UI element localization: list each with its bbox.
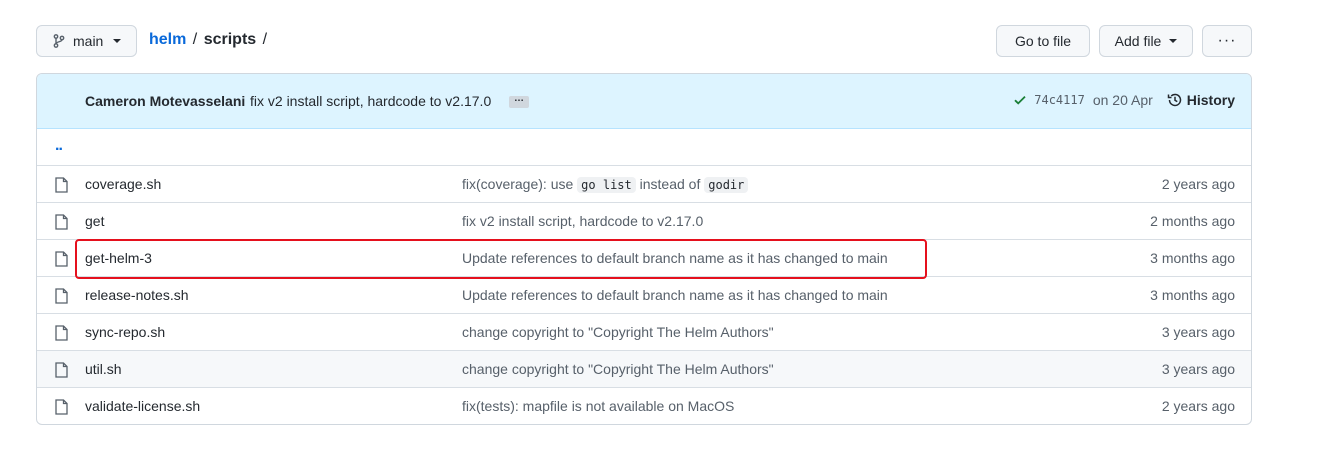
file-icon [55,399,68,415]
more-options-button[interactable]: ··· [1202,25,1252,57]
file-commit-message-link[interactable]: fix v2 install script, hardcode to v2.17… [462,213,703,229]
file-icon [55,325,68,341]
caret-down-icon [1169,39,1178,43]
file-name-link[interactable]: sync-repo.sh [85,324,165,340]
file-icon [55,177,68,193]
file-commit-message-link[interactable]: change copyright to "Copyright The Helm … [462,361,774,377]
highlight-annotation-box [75,239,927,279]
file-commit-message-link[interactable]: Update references to default branch name… [462,287,888,303]
inline-code: godir [704,177,749,193]
history-label: History [1186,92,1235,108]
file-age: 3 years ago [1161,324,1235,340]
parent-directory-link[interactable]: .. [55,137,63,155]
file-commit-message-link[interactable]: fix(tests): mapfile is not available on … [462,398,734,414]
file-name-link[interactable]: validate-license.sh [85,398,200,414]
table-row[interactable]: sync-repo.sh change copyright to "Copyri… [37,313,1251,350]
file-age: 2 months ago [1150,213,1235,229]
branch-select-button[interactable]: main [36,25,137,57]
inline-code: go list [577,177,636,193]
file-icon [55,251,68,267]
breadcrumb-separator: / [262,31,268,48]
history-link[interactable]: History [1167,92,1235,108]
table-row[interactable]: util.sh change copyright to "Copyright T… [37,350,1251,387]
commit-meta: 74c4117 on 20 Apr History [1014,92,1235,108]
file-commit-message-link[interactable]: change copyright to "Copyright The Helm … [462,324,774,340]
git-branch-icon [53,34,65,48]
file-name-link[interactable]: util.sh [85,361,122,377]
file-age: 3 months ago [1150,250,1235,266]
file-icon [55,288,68,304]
commit-sha-link[interactable]: 74c4117 [1034,93,1085,107]
commit-date: on 20 Apr [1092,92,1153,108]
table-row[interactable]: coverage.sh fix(coverage): use go list i… [37,165,1251,202]
branch-name: main [73,33,104,49]
file-name-link[interactable]: release-notes.sh [85,287,189,303]
add-file-button[interactable]: Add file [1099,25,1193,57]
file-age: 3 months ago [1150,287,1235,303]
caret-down-icon [113,39,122,43]
latest-commit-bar: Cameron Motevasselani fix v2 install scr… [37,74,1251,129]
commit-message-link[interactable]: fix v2 install script, hardcode to v2.17… [250,93,491,109]
breadcrumb: helm / scripts / [149,31,269,49]
file-name-link[interactable]: coverage.sh [85,176,161,192]
add-file-label: Add file [1114,33,1162,49]
breadcrumb-current-dir: scripts [203,31,257,48]
breadcrumb-separator: / [192,31,198,48]
repo-toolbar: main helm / scripts / Go to file Add fil… [36,24,1252,58]
msg-text: instead of [635,176,705,192]
file-age: 2 years ago [1161,176,1235,192]
table-row[interactable]: release-notes.sh Update references to de… [37,276,1251,313]
commit-author-link[interactable]: Cameron Motevasselani [85,93,245,109]
file-icon [55,362,68,378]
breadcrumb-repo-link[interactable]: helm [149,31,186,48]
msg-text: fix(coverage): use [462,176,578,192]
file-commit-message-link[interactable]: fix(coverage): use go list instead of go… [462,176,749,193]
check-icon[interactable] [1014,95,1026,105]
file-age: 2 years ago [1161,398,1235,414]
table-row[interactable]: validate-license.sh fix(tests): mapfile … [37,387,1251,424]
file-name-link[interactable]: get [85,213,104,229]
table-row[interactable]: get fix v2 install script, hardcode to v… [37,202,1251,239]
file-age: 3 years ago [1161,361,1235,377]
parent-directory-row[interactable]: .. [37,129,1251,165]
expand-commit-button[interactable]: … [509,94,529,108]
go-to-file-button[interactable]: Go to file [996,25,1090,57]
file-icon [55,214,68,230]
history-icon [1167,93,1182,107]
